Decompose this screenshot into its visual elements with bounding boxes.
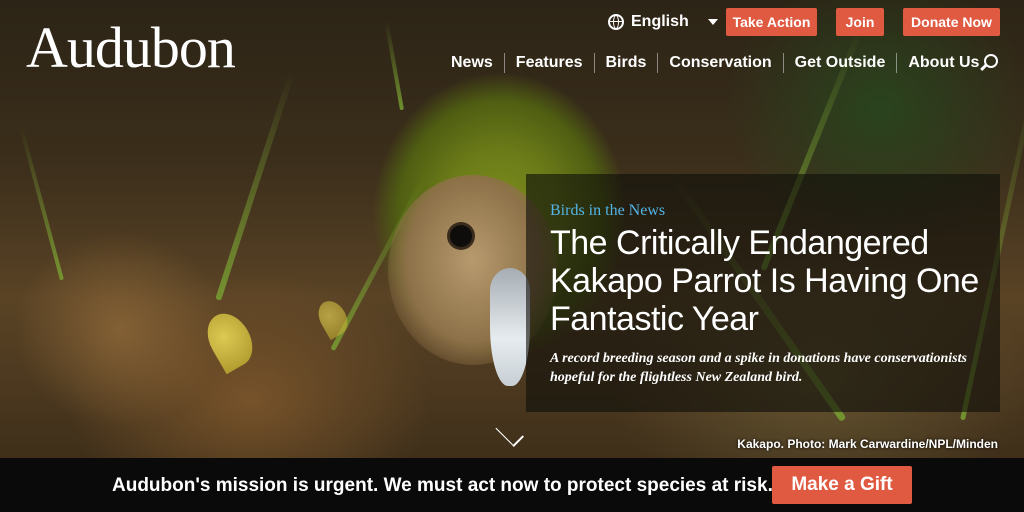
nav-item-conservation[interactable]: Conservation (657, 53, 782, 73)
nav-item-about-us[interactable]: About Us (896, 53, 990, 73)
story-headline[interactable]: The Critically Endangered Kakapo Parrot … (550, 224, 990, 338)
search-icon[interactable] (984, 54, 998, 68)
join-button[interactable]: Join (836, 8, 884, 36)
nav-item-birds[interactable]: Birds (593, 53, 658, 73)
nav-item-get-outside[interactable]: Get Outside (782, 53, 897, 73)
donate-button[interactable]: Donate Now (903, 8, 1000, 36)
kakapo-eye (450, 225, 472, 247)
nav-item-features[interactable]: Features (503, 53, 594, 73)
globe-icon (608, 14, 624, 30)
nav-item-news[interactable]: News (440, 53, 504, 73)
photo-credit: Kakapo. Photo: Mark Carwardine/NPL/Minde… (737, 437, 998, 451)
site-logo[interactable]: Audubon (26, 14, 236, 81)
main-nav: News Features Birds Conservation Get Out… (440, 52, 990, 74)
banner-message: Audubon's mission is urgent. We must act… (112, 475, 773, 496)
story-kicker[interactable]: Birds in the News (550, 202, 665, 220)
story-dek: A record breeding season and a spike in … (550, 351, 967, 385)
language-label: English (631, 13, 689, 30)
caret-down-icon (707, 19, 718, 25)
take-action-button[interactable]: Take Action (726, 8, 817, 36)
language-selector[interactable]: English (608, 11, 718, 33)
kakapo-beak (490, 268, 530, 386)
mission-banner: Audubon's mission is urgent. We must act… (0, 458, 1024, 512)
make-a-gift-button[interactable]: Make a Gift (772, 466, 912, 504)
